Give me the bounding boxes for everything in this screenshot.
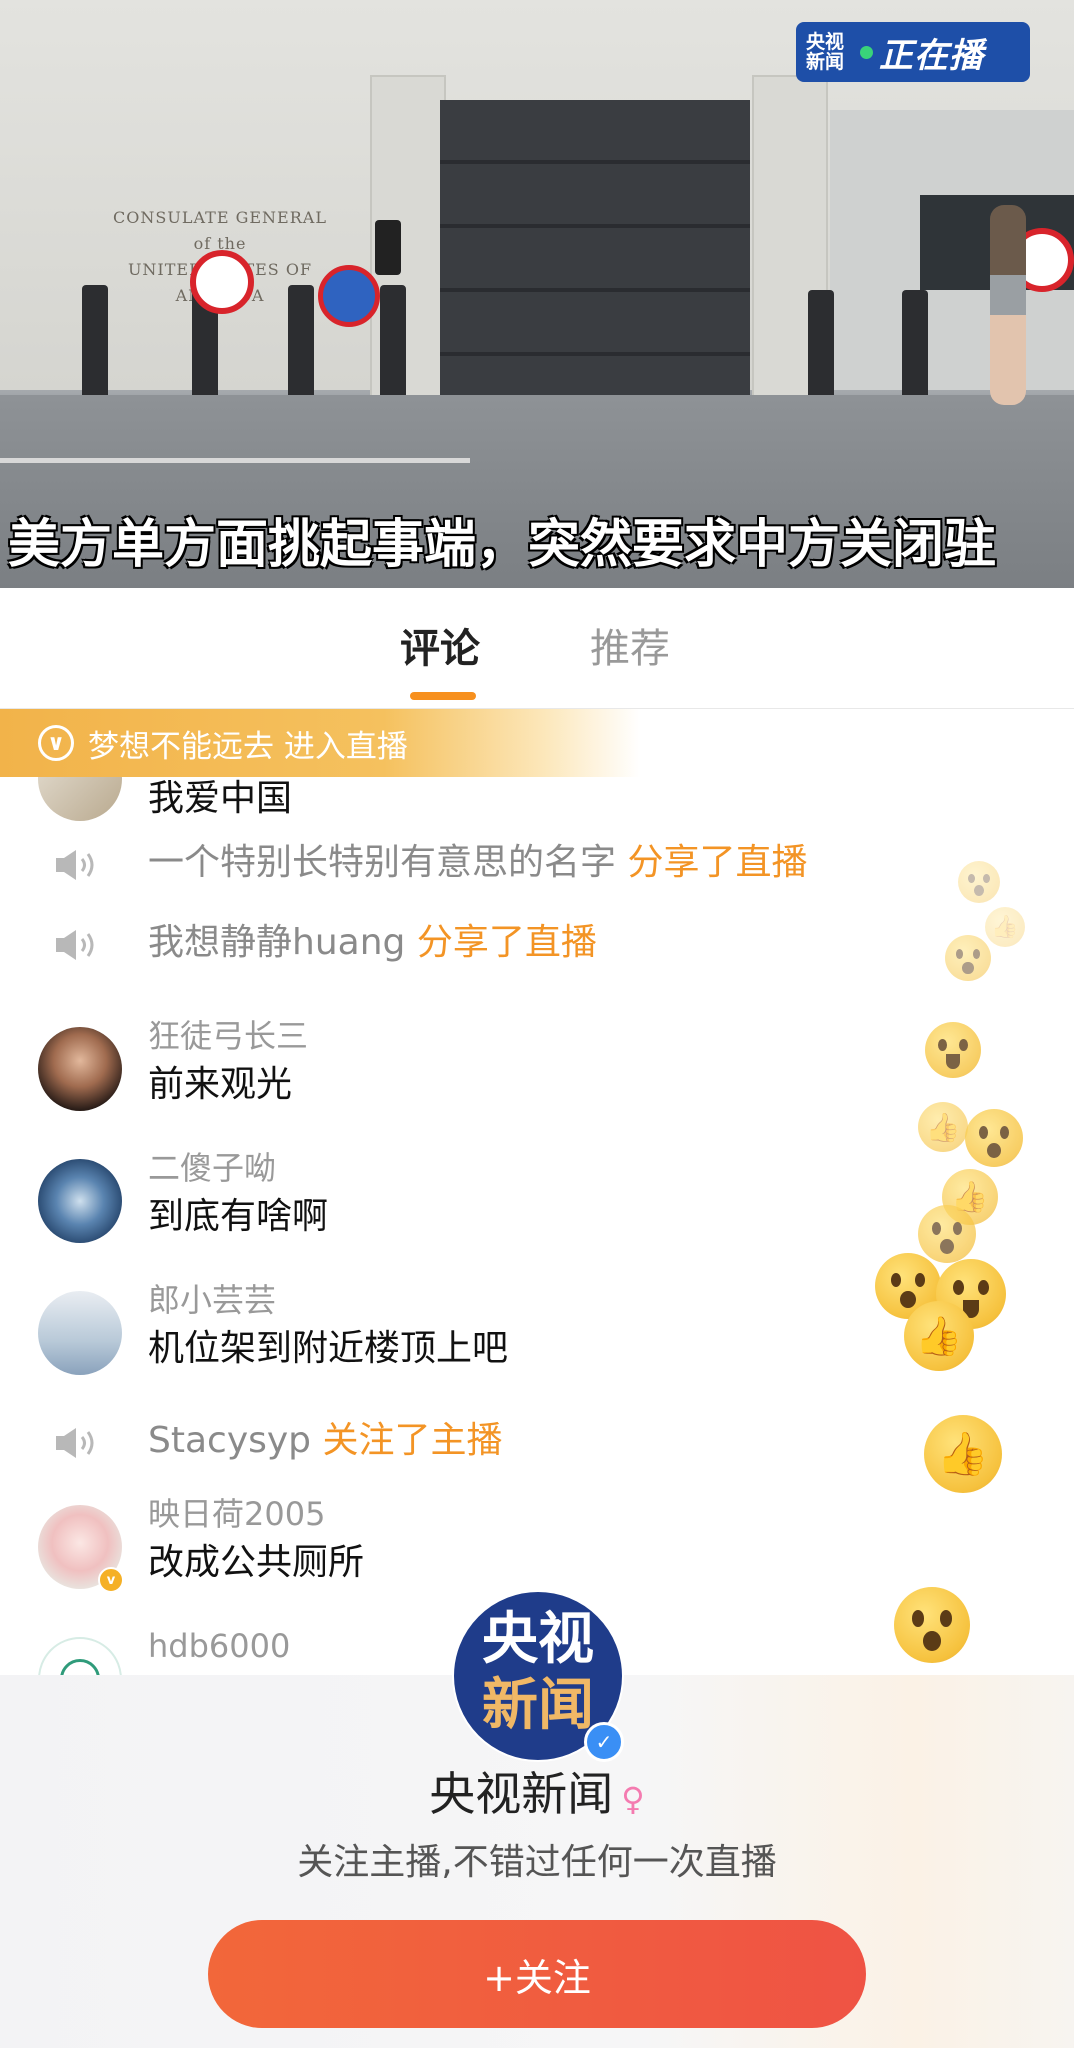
pedestrian (990, 205, 1026, 405)
bollard (82, 285, 108, 400)
comment-text: 前来观光 (148, 1064, 293, 1105)
follow-prompt: 关注主播,不错过任何一次直播 (297, 1842, 777, 1883)
comment-text: 我爱中国 (148, 778, 293, 819)
comment-username[interactable]: hdb6000 (148, 1627, 290, 1665)
live-status-text: 正在播 (879, 35, 984, 76)
consulate-gate (440, 100, 750, 395)
live-video-player[interactable]: CONSULATE GENERAL of the UNITED STATES O… (0, 0, 1074, 588)
speaker-icon (56, 850, 94, 880)
female-gender-icon: ♀ (621, 1780, 645, 1818)
tab-bar: 评论 推荐 (0, 588, 1074, 709)
avatar[interactable] (38, 1637, 122, 1675)
surprised-emoji-icon (965, 1109, 1023, 1167)
thumbs-up-icon: 👍 (985, 907, 1025, 947)
thumbs-up-icon: 👍 (904, 1301, 974, 1371)
bollard (902, 290, 928, 400)
verified-badge-icon: v (98, 1567, 124, 1593)
anchor-name: 央视新闻 (429, 1767, 614, 1821)
comment-feed[interactable]: 我爱中国 一个特别长特别有意思的名字 分享了直播 我想静静huang 分享了直播 (0, 777, 1074, 1675)
tab-comments[interactable]: 评论 (400, 624, 480, 674)
system-message: Stacysyp 关注了主播 (148, 1419, 503, 1463)
bollard (808, 290, 834, 400)
chevron-down-circle-icon: ∨ (38, 725, 74, 761)
laughing-emoji-icon (925, 1022, 981, 1078)
comment-text: 到底有啥啊 (148, 1196, 329, 1237)
no-u-turn-sign (190, 250, 254, 314)
comment-username[interactable]: 二傻子呦 (148, 1149, 276, 1187)
road-marking (0, 458, 470, 463)
comment-username[interactable]: 郎小芸芸 (148, 1281, 276, 1319)
anchor-name-row: 央视新闻 ♀ (0, 1766, 1074, 1827)
bollard (380, 285, 406, 400)
system-message: 我想静静huang 分享了直播 (148, 921, 597, 965)
comment-text: 机位架到附近楼顶上吧 (148, 1328, 509, 1369)
speaker-icon (56, 1428, 94, 1458)
thumbs-up-icon: 👍 (918, 1102, 968, 1152)
live-badge: 央视 新闻 正在播 (796, 22, 1030, 82)
traffic-light (375, 220, 401, 275)
bollard (288, 285, 314, 400)
avatar[interactable] (38, 1027, 122, 1111)
tab-recommend[interactable]: 推荐 (590, 624, 670, 674)
comment-username[interactable]: 映日荷2005 (148, 1495, 325, 1533)
system-user[interactable]: 我想静静huang (148, 922, 405, 963)
system-message: 一个特别长特别有意思的名字 分享了直播 (148, 841, 807, 885)
avatar[interactable] (38, 777, 122, 821)
video-caption: 美方单方面挑起事端，突然要求中方关闭驻 (8, 515, 997, 575)
active-tab-indicator (410, 692, 476, 700)
system-action: 分享了直播 (416, 922, 597, 963)
banner-text: 梦想不能远去 进入直播 (88, 728, 408, 765)
verified-badge-icon: ✓ (584, 1722, 624, 1762)
plaque-line: CONSULATE GENERAL (113, 208, 327, 227)
avatar-logo-text: 央视 (482, 1607, 594, 1672)
live-dot-icon (860, 45, 873, 59)
surprised-emoji-icon (894, 1587, 970, 1663)
enter-live-banner[interactable]: ∨ 梦想不能远去 进入直播 (0, 709, 640, 777)
avatar[interactable] (38, 1291, 122, 1375)
no-parking-sign (318, 265, 380, 327)
surprised-emoji-icon (958, 861, 1000, 903)
cctv-news-logo: 央视 新闻 (806, 31, 845, 73)
thumbs-up-icon: 👍 (924, 1415, 1002, 1493)
comment-username[interactable]: 狂徒弓长三 (148, 1017, 308, 1055)
flower-icon (60, 1659, 100, 1675)
follow-button[interactable]: +关注 (208, 1920, 866, 2028)
comment-text: 改成公共厕所 (148, 1542, 365, 1583)
avatar[interactable] (38, 1159, 122, 1243)
surprised-emoji-icon (918, 1205, 976, 1263)
system-user[interactable]: 一个特别长特别有意思的名字 (148, 842, 616, 883)
speaker-icon (56, 930, 94, 960)
system-action: 分享了直播 (627, 842, 808, 883)
system-user[interactable]: Stacysyp (148, 1420, 311, 1461)
system-action: 关注了主播 (322, 1420, 503, 1461)
surprised-emoji-icon (945, 935, 991, 981)
